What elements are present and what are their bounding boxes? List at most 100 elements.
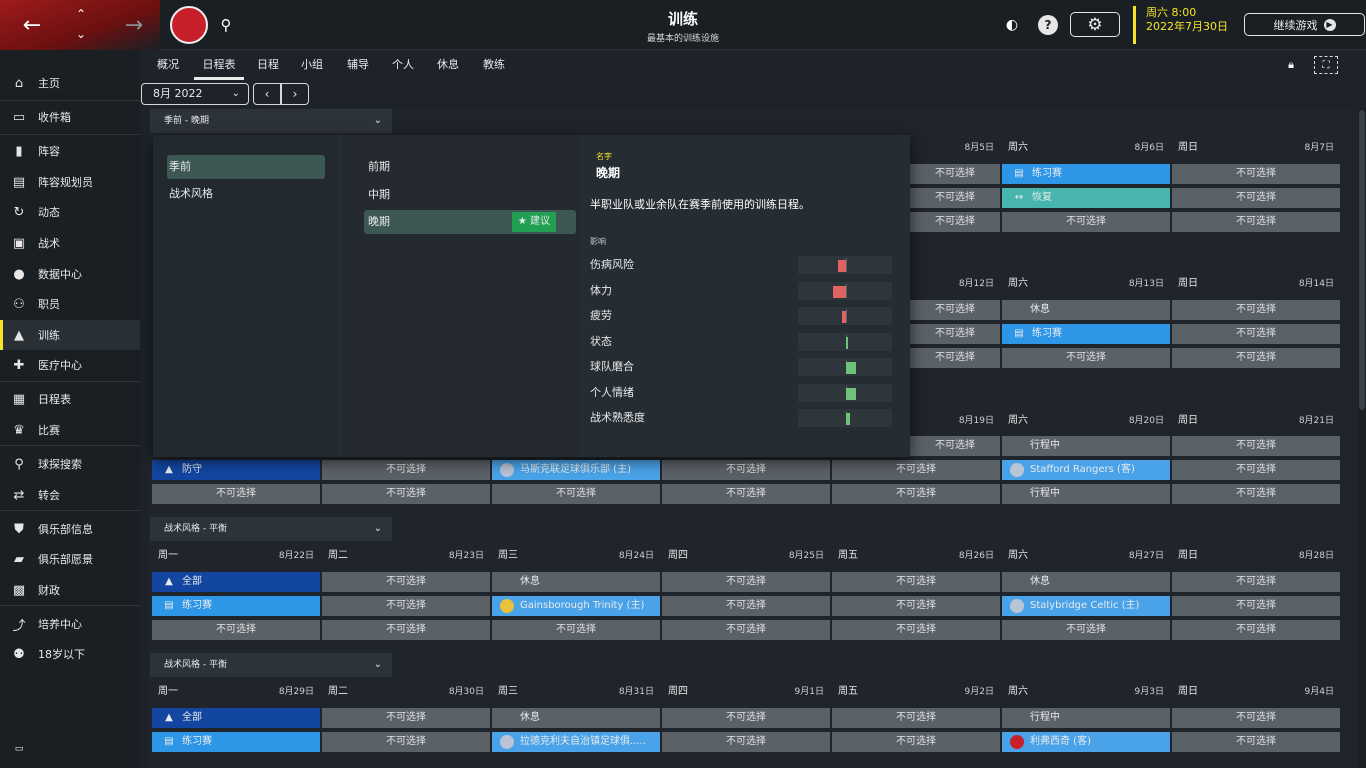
session-slot[interactable]: ▤ 练习赛 xyxy=(1002,164,1170,184)
match-slot[interactable]: Stalybridge Celtic (主) xyxy=(1002,596,1170,616)
session-slot[interactable]: 不可选择 xyxy=(152,484,320,504)
tab-units[interactable]: 小组 xyxy=(296,50,328,80)
tab-individual[interactable]: 个人 xyxy=(387,50,419,80)
session-slot[interactable]: 不可选择 xyxy=(1002,348,1170,368)
session-slot[interactable]: 休息 xyxy=(1002,572,1170,592)
schedule-selector[interactable]: 战术风格 - 平衡 ⌄ xyxy=(150,517,392,541)
session-slot[interactable]: 不可选择 xyxy=(910,188,1000,208)
session-slot[interactable]: 不可选择 xyxy=(662,732,830,752)
session-slot[interactable]: 不可选择 xyxy=(1002,212,1170,232)
match-slot[interactable]: Stafford Rangers (客) xyxy=(1002,460,1170,480)
session-slot[interactable]: 不可选择 xyxy=(910,348,1000,368)
session-slot[interactable]: 不可选择 xyxy=(662,484,830,504)
session-slot[interactable]: 不可选择 xyxy=(1002,620,1170,640)
session-slot[interactable]: 不可选择 xyxy=(832,460,1000,480)
match-slot[interactable]: 马斯克联足球俱乐部 (主) xyxy=(492,460,660,480)
session-slot[interactable]: 不可选择 xyxy=(832,484,1000,504)
category-preseason[interactable]: 季前 xyxy=(167,155,325,179)
sidebar-item-tactics[interactable]: ▣ 战术 xyxy=(0,228,140,258)
sidebar-item-medical[interactable]: ✚ 医疗中心 xyxy=(0,350,140,380)
tab-calendar[interactable]: 日程表 xyxy=(194,50,244,80)
continue-button[interactable]: 继续游戏 ▶ xyxy=(1244,13,1365,36)
option-early[interactable]: 前期 xyxy=(364,155,576,179)
session-slot[interactable]: 不可选择 xyxy=(832,572,1000,592)
session-slot[interactable]: 不可选择 xyxy=(322,596,490,616)
session-slot[interactable]: 不可选择 xyxy=(662,708,830,728)
session-slot[interactable]: 不可选择 xyxy=(322,732,490,752)
session-slot[interactable]: ▤ 练习赛 xyxy=(152,732,320,752)
session-slot[interactable]: 不可选择 xyxy=(832,708,1000,728)
session-slot[interactable]: 不可选择 xyxy=(492,484,660,504)
session-slot[interactable]: 不可选择 xyxy=(1172,620,1340,640)
session-slot[interactable]: 不可选择 xyxy=(910,212,1000,232)
sidebar-item-competitions[interactable]: ♛ 比赛 xyxy=(0,415,140,445)
help-icon[interactable]: ? xyxy=(1038,15,1058,35)
match-slot[interactable]: 拉德克利夫自治镇足球俱..... xyxy=(492,732,660,752)
calendar-scrollbar[interactable] xyxy=(1358,108,1366,768)
session-slot[interactable]: 不可选择 xyxy=(1172,300,1340,320)
session-slot[interactable]: 不可选择 xyxy=(662,460,830,480)
session-slot[interactable]: 不可选择 xyxy=(1172,708,1340,728)
session-slot[interactable]: 不可选择 xyxy=(910,300,1000,320)
sidebar-item-development[interactable]: ⤴ 培养中心 xyxy=(0,609,140,639)
sidebar-item-staff[interactable]: ⚇ 职员 xyxy=(0,289,140,319)
option-mid[interactable]: 中期 xyxy=(364,183,576,207)
session-slot[interactable]: 不可选择 xyxy=(152,620,320,640)
fullscreen-icon[interactable]: ⛶ xyxy=(1314,56,1338,74)
session-slot[interactable]: 不可选择 xyxy=(322,572,490,592)
session-slot[interactable]: 行程中 xyxy=(1002,708,1170,728)
tab-coaching[interactable]: 辅导 xyxy=(340,50,376,80)
session-slot[interactable]: 不可选择 xyxy=(322,484,490,504)
sidebar-item-club-vision[interactable]: ▰ 俱乐部愿景 xyxy=(0,544,140,574)
tab-coaches[interactable]: 教练 xyxy=(478,50,510,80)
option-late[interactable]: 晚期 ★ 建议 xyxy=(364,210,576,234)
category-tactical-style[interactable]: 战术风格 xyxy=(167,182,325,206)
tab-overview[interactable]: 概况 xyxy=(150,50,186,80)
session-slot[interactable]: 不可选择 xyxy=(662,572,830,592)
session-slot[interactable]: 不可选择 xyxy=(1172,324,1340,344)
session-slot[interactable]: 不可选择 xyxy=(1172,212,1340,232)
session-slot[interactable]: ▲ 全部 xyxy=(152,572,320,592)
sidebar-item-scouting[interactable]: ⚲ 球探搜索 xyxy=(0,449,140,479)
session-slot[interactable]: 不可选择 xyxy=(832,620,1000,640)
session-slot[interactable]: 不可选择 xyxy=(662,596,830,616)
notes-icon[interactable]: ▭ xyxy=(12,743,26,755)
session-slot[interactable]: 行程中 xyxy=(1002,436,1170,456)
session-slot[interactable]: 不可选择 xyxy=(322,708,490,728)
next-month-button[interactable]: › xyxy=(281,83,309,105)
sidebar-item-club-info[interactable]: ⛊ 俱乐部信息 xyxy=(0,514,140,544)
session-slot[interactable]: 不可选择 xyxy=(1172,572,1340,592)
match-slot[interactable]: Gainsborough Trinity (主) xyxy=(492,596,660,616)
session-slot[interactable]: 不可选择 xyxy=(832,596,1000,616)
session-slot[interactable]: 休息 xyxy=(492,572,660,592)
tab-schedules[interactable]: 日程 xyxy=(252,50,284,80)
sidebar-item-squad[interactable]: ▮ 阵容 xyxy=(0,136,140,166)
session-slot[interactable]: ▲ 防守 xyxy=(152,460,320,480)
session-slot[interactable]: 不可选择 xyxy=(1172,460,1340,480)
session-slot[interactable]: ▤ 练习赛 xyxy=(152,596,320,616)
session-slot[interactable]: 不可选择 xyxy=(910,164,1000,184)
sidebar-item-inbox[interactable]: ▭ 收件箱 xyxy=(0,102,140,132)
social-icon[interactable]: ◐ xyxy=(1002,15,1022,35)
session-slot[interactable]: 不可选择 xyxy=(662,620,830,640)
sidebar-item-u18[interactable]: ⚉ 18岁以下 xyxy=(0,639,140,669)
session-slot[interactable]: ↔ 恢复 xyxy=(1002,188,1170,208)
session-slot[interactable]: 不可选择 xyxy=(1172,436,1340,456)
session-slot[interactable]: 不可选择 xyxy=(492,620,660,640)
session-slot[interactable]: 不可选择 xyxy=(1172,188,1340,208)
lock-icon[interactable]: 🔒︎ xyxy=(1284,58,1298,72)
session-slot[interactable]: 不可选择 xyxy=(1172,484,1340,504)
sidebar-item-transfers[interactable]: ⇄ 转会 xyxy=(0,480,140,510)
session-slot[interactable]: 不可选择 xyxy=(1172,348,1340,368)
sidebar-item-schedule[interactable]: ▦ 日程表 xyxy=(0,384,140,414)
session-slot[interactable]: ▤ 练习赛 xyxy=(1002,324,1170,344)
session-slot[interactable]: 不可选择 xyxy=(1172,596,1340,616)
month-select[interactable]: 8月 2022 ⌄ xyxy=(141,83,249,105)
sidebar-item-finances[interactable]: ▩ 财政 xyxy=(0,575,140,605)
session-slot[interactable]: 行程中 xyxy=(1002,484,1170,504)
prev-month-button[interactable]: ‹ xyxy=(253,83,281,105)
settings-button[interactable]: ⚙ xyxy=(1070,12,1120,37)
scroll-thumb[interactable] xyxy=(1359,110,1365,410)
match-slot[interactable]: 利弗西奇 (客) xyxy=(1002,732,1170,752)
session-slot[interactable]: 不可选择 xyxy=(910,324,1000,344)
